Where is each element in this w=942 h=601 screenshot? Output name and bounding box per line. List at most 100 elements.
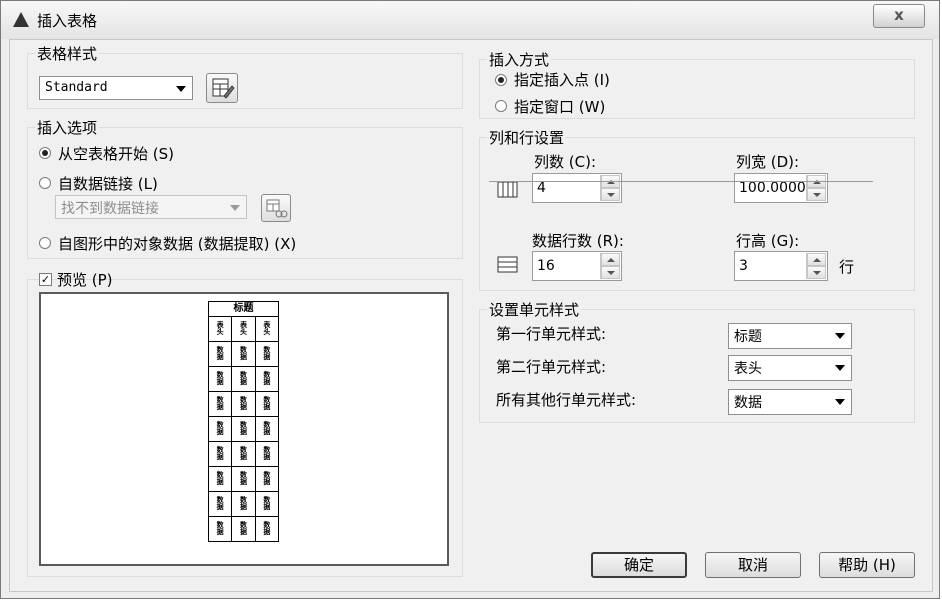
preview-data-row: 数据数据数据 (207, 441, 280, 467)
preview-data-cell: 数据 (231, 466, 256, 492)
column-width-spinner[interactable]: 100.0000 (734, 173, 828, 203)
second-row-style-select[interactable]: 表头 (728, 355, 852, 381)
preview-header-cell: 表头 (231, 316, 256, 342)
preview-data-cell: 数据 (207, 416, 233, 442)
preview-data-row: 数据数据数据 (207, 491, 280, 517)
row-height-down-button[interactable] (807, 266, 826, 279)
column-width-down-button[interactable] (807, 188, 826, 201)
preview-data-cell: 数据 (207, 466, 233, 492)
chevron-down-icon (835, 399, 845, 405)
preview-data-cell: 数据 (207, 516, 233, 542)
table-style-value: Standard (45, 80, 108, 95)
from-object-data-radio[interactable] (39, 237, 51, 249)
chevron-down-icon (835, 365, 845, 371)
data-rows-down-button[interactable] (601, 266, 620, 279)
insert-options-group-label: 插入选项 (35, 117, 100, 138)
preview-data-cell: 数据 (254, 516, 280, 542)
first-row-style-select[interactable]: 标题 (728, 323, 852, 349)
other-rows-style-value: 数据 (734, 395, 762, 411)
first-row-style-label: 第一行单元样式: (496, 325, 607, 343)
data-link-value: 找不到数据链接 (61, 201, 159, 217)
first-row-style-value: 标题 (734, 329, 762, 345)
columns-down-button[interactable] (601, 188, 620, 201)
ok-button[interactable]: 确定 (591, 552, 687, 578)
table-style-select[interactable]: Standard (39, 76, 193, 100)
preview-data-cell: 数据 (207, 441, 233, 467)
autocad-app-icon (13, 12, 29, 27)
other-rows-style-select[interactable]: 数据 (728, 389, 852, 415)
data-link-manager-icon (266, 199, 288, 218)
cancel-button[interactable]: 取消 (705, 552, 801, 578)
table-style-dialog-button[interactable] (206, 73, 238, 103)
from-data-link-label[interactable]: 自数据链接 (L) (58, 173, 158, 194)
dialog-title: 插入表格 (37, 12, 98, 30)
data-rows-spinner[interactable]: 16 (532, 251, 622, 281)
preview-label[interactable]: 预览 (P) (57, 269, 113, 290)
preview-header-row: 表头表头表头 (207, 316, 280, 342)
preview-data-cell: 数据 (231, 516, 256, 542)
columns-spinner[interactable]: 4 (532, 173, 622, 203)
preview-table: 标题 表头表头表头数据数据数据数据数据数据数据数据数据数据数据数据数据数据数据数… (207, 301, 280, 542)
preview-data-cell: 数据 (207, 391, 233, 417)
specify-point-label[interactable]: 指定插入点 (I) (514, 69, 610, 90)
specify-window-radio[interactable] (495, 100, 507, 112)
insertion-behavior-group-label: 插入方式 (487, 49, 552, 70)
preview-data-cell: 数据 (207, 366, 233, 392)
specify-window-label[interactable]: 指定窗口 (W) (514, 96, 605, 117)
preview-checkbox[interactable]: ✓ (39, 273, 52, 286)
second-row-style-label: 第二行单元样式: (496, 358, 607, 376)
from-empty-label[interactable]: 从空表格开始 (S) (58, 143, 174, 164)
row-unit-label: 行 (839, 258, 855, 276)
preview-data-row: 数据数据数据 (207, 341, 280, 367)
preview-data-cell: 数据 (231, 491, 256, 517)
row-height-spinner[interactable]: 3 (734, 251, 828, 281)
preview-data-row: 数据数据数据 (207, 516, 280, 542)
preview-data-cell: 数据 (231, 341, 256, 367)
preview-data-cell: 数据 (231, 391, 256, 417)
preview-data-cell: 数据 (207, 491, 233, 517)
preview-header-cell: 表头 (254, 316, 280, 342)
preview-area: 标题 表头表头表头数据数据数据数据数据数据数据数据数据数据数据数据数据数据数据数… (39, 292, 449, 566)
preview-data-cell: 数据 (254, 366, 280, 392)
row-height-label: 行高 (G): (736, 232, 800, 250)
chevron-down-icon (230, 205, 240, 211)
preview-data-row: 数据数据数据 (207, 366, 280, 392)
preview-data-row: 数据数据数据 (207, 416, 280, 442)
help-button[interactable]: 帮助 (H) (819, 552, 915, 578)
data-link-manager-button[interactable] (261, 194, 291, 222)
other-rows-style-label: 所有其他行单元样式: (496, 391, 637, 409)
column-width-value: 100.0000 (739, 180, 806, 196)
preview-data-row: 数据数据数据 (207, 466, 280, 492)
row-height-value: 3 (739, 258, 748, 274)
preview-data-cell: 数据 (254, 466, 280, 492)
columns-icon (497, 181, 518, 198)
column-width-label: 列宽 (D): (736, 153, 800, 171)
chevron-down-icon (835, 333, 845, 339)
preview-data-cell: 数据 (254, 391, 280, 417)
preview-data-cell: 数据 (254, 491, 280, 517)
preview-data-cell: 数据 (207, 341, 233, 367)
table-style-group-label: 表格样式 (35, 43, 100, 64)
specify-point-radio[interactable] (495, 74, 507, 86)
data-rows-label: 数据行数 (R): (532, 232, 624, 250)
cell-styles-group-label: 设置单元样式 (487, 299, 582, 320)
data-rows-up-button[interactable] (601, 253, 620, 266)
table-style-dialog-icon (212, 78, 235, 99)
data-link-select[interactable]: 找不到数据链接 (55, 195, 247, 219)
preview-title-cell: 标题 (208, 301, 279, 317)
preview-data-cell: 数据 (231, 366, 256, 392)
preview-data-cell: 数据 (254, 441, 280, 467)
from-data-link-radio[interactable] (39, 177, 51, 189)
preview-header-cell: 表头 (207, 316, 233, 342)
from-object-data-label[interactable]: 自图形中的对象数据 (数据提取) (X) (58, 233, 296, 254)
second-row-style-value: 表头 (734, 361, 762, 377)
insert-table-dialog: 插入表格 x 表格样式 Standard 插入选项 从空表格开始 (S) 自数据… (0, 0, 940, 599)
data-rows-value: 16 (537, 258, 555, 274)
row-height-up-button[interactable] (807, 253, 826, 266)
rows-icon (497, 256, 518, 273)
from-empty-radio[interactable] (39, 147, 51, 159)
title-bar: 插入表格 x (1, 1, 939, 39)
preview-data-cell: 数据 (231, 441, 256, 467)
columns-label: 列数 (C): (534, 153, 596, 171)
close-button[interactable]: x (873, 4, 925, 28)
